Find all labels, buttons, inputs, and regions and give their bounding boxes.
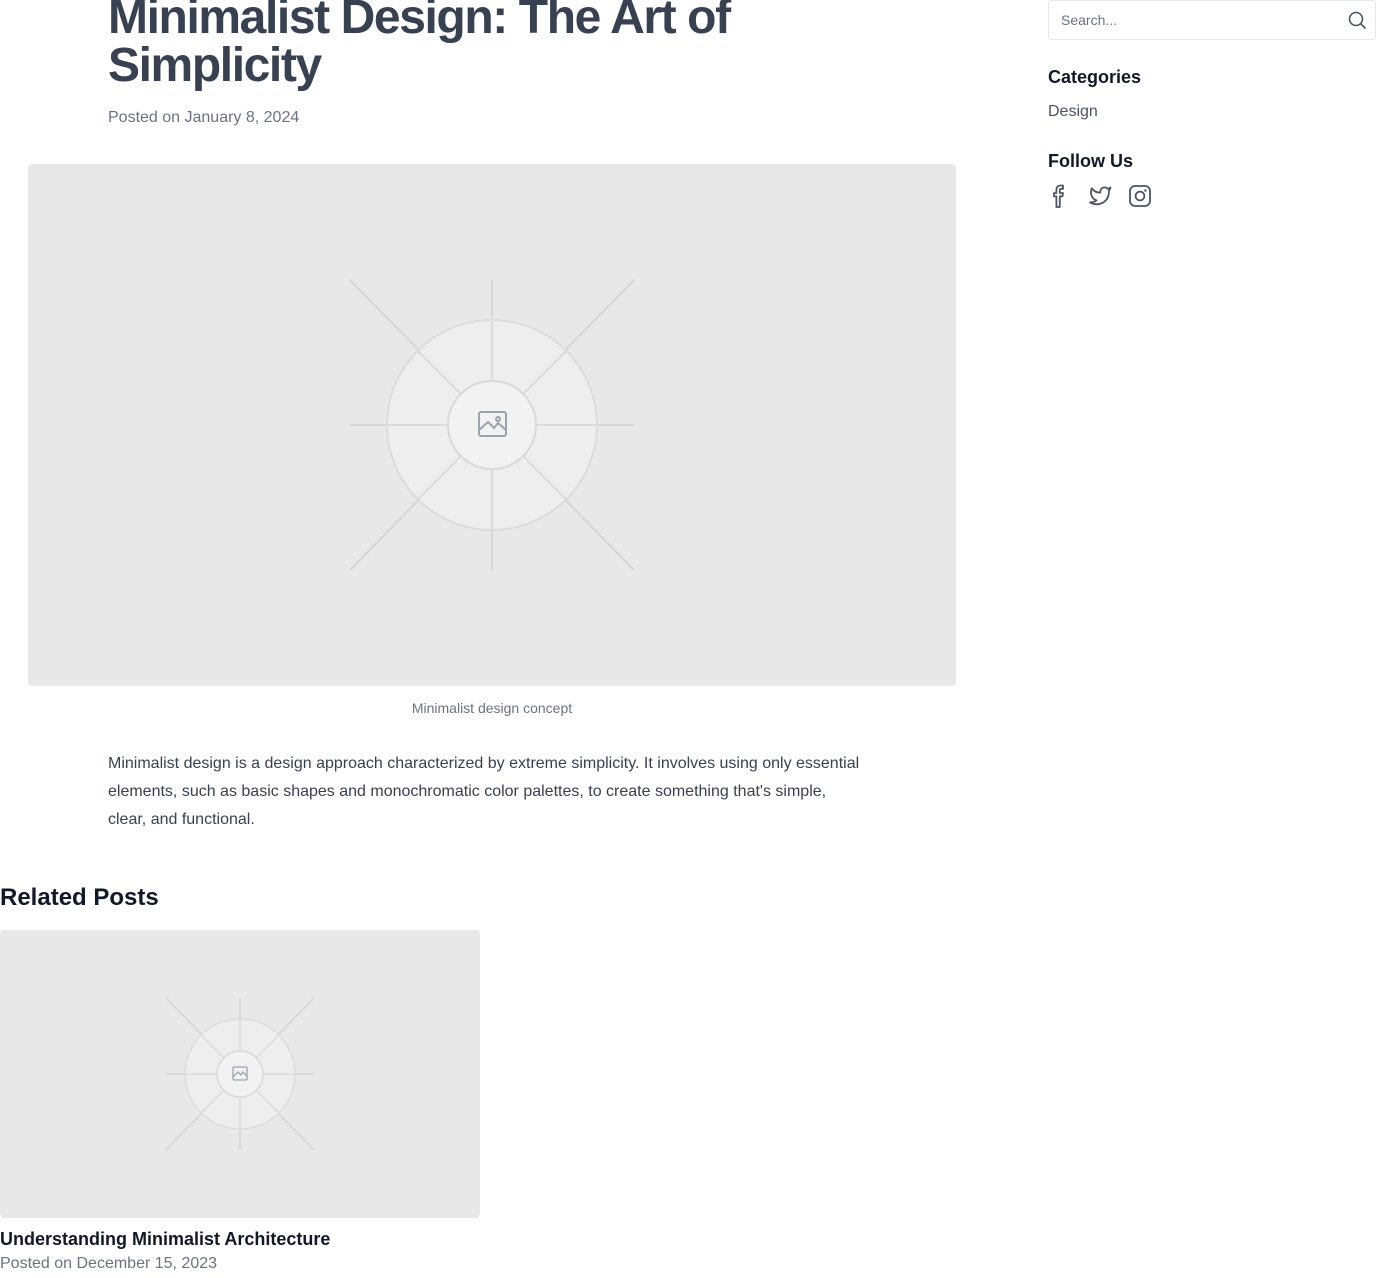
social-links <box>1048 183 1152 209</box>
related-post-title[interactable]: Understanding Minimalist Architecture <box>0 1228 480 1250</box>
hero-image <box>28 164 956 686</box>
instagram-icon <box>1129 185 1151 207</box>
related-post-date: Posted on December 15, 2023 <box>0 1255 218 1272</box>
related-posts-heading: Related Posts <box>0 884 159 911</box>
instagram-link[interactable] <box>1128 183 1152 209</box>
follow-us-heading: Follow Us <box>1048 151 1133 171</box>
search-box <box>1048 0 1376 40</box>
image-caption: Minimalist design concept <box>411 700 573 716</box>
twitter-link[interactable] <box>1088 183 1112 209</box>
post-date: Posted on January 8, 2024 <box>108 109 300 126</box>
facebook-link[interactable] <box>1048 183 1072 209</box>
article-body: Minimalist design is a design approach c… <box>108 755 860 828</box>
search-input[interactable] <box>1049 1 1339 39</box>
image-placeholder-graphic <box>349 279 635 571</box>
article-title: Minimalist Design: The Art of Simplicity <box>108 0 731 92</box>
related-post-card[interactable]: Understanding Minimalist Architecture Po… <box>0 930 480 1274</box>
categories-heading: Categories <box>1048 67 1142 87</box>
image-placeholder-graphic <box>165 997 315 1151</box>
facebook-icon <box>1053 184 1064 208</box>
sidebar: Categories Design Follow Us <box>1048 0 1376 208</box>
search-icon[interactable] <box>1347 10 1367 30</box>
related-post-image[interactable] <box>0 930 480 1218</box>
category-link-design[interactable]: Design <box>1048 102 1098 122</box>
twitter-icon <box>1089 186 1112 206</box>
